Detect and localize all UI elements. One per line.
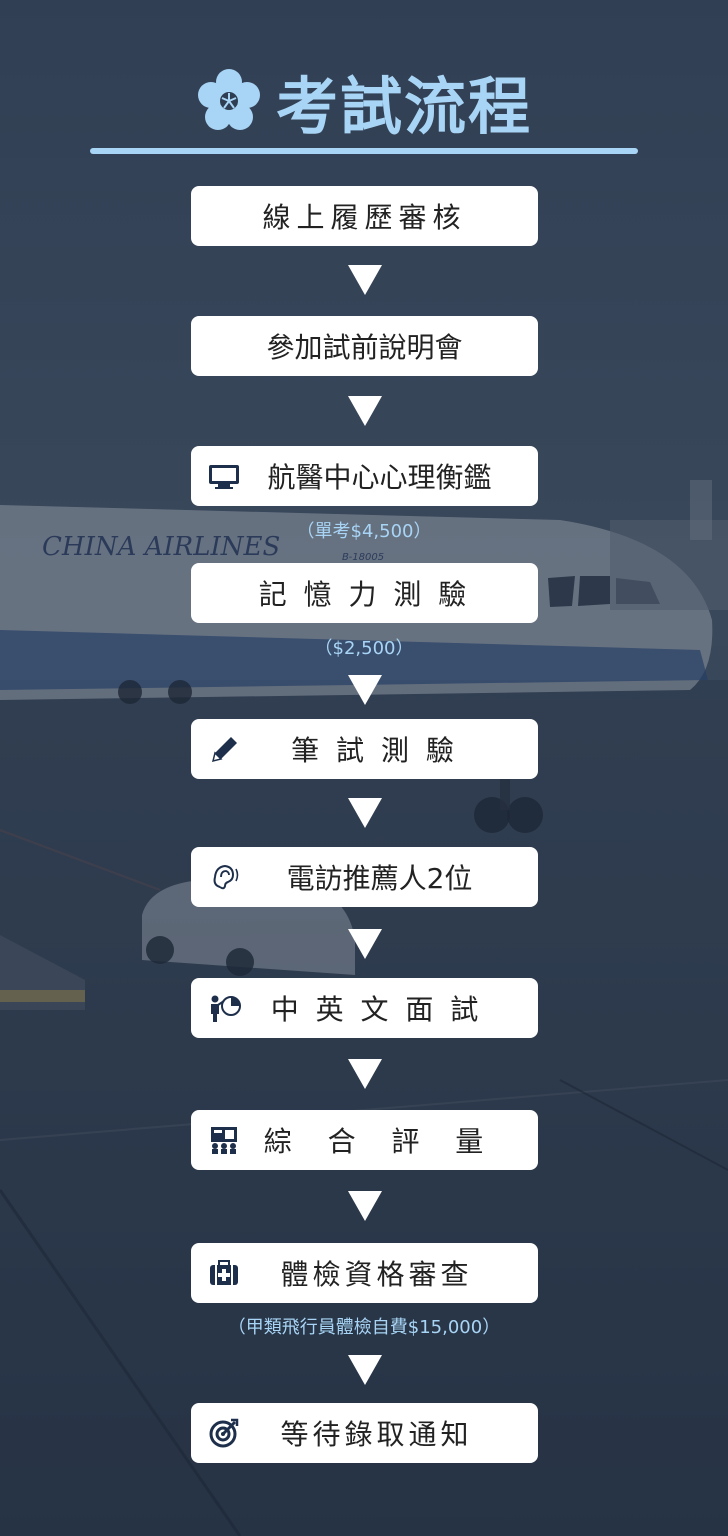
memory-fee-note: （$2,500） [314, 638, 414, 659]
step-label: 參加試前說明會 [266, 331, 463, 364]
step-label: 筆 試 測 驗 [291, 734, 458, 767]
down-arrow-icon [348, 929, 382, 959]
step-label: 電訪推薦人2位 [286, 862, 473, 895]
down-arrow-icon [348, 798, 382, 828]
step-label: 等待錄取通知 [280, 1418, 473, 1451]
page-title: 考試流程 [275, 70, 532, 143]
down-arrow-icon [348, 1355, 382, 1385]
step-briefing-session: 參加試前說明會 [191, 316, 538, 376]
down-arrow-icon [348, 675, 382, 705]
title-underline [90, 148, 638, 154]
down-arrow-icon [348, 265, 382, 295]
step-memory-test: 記 憶 力 測 驗 [191, 563, 538, 623]
step-label: 線上履歷審核 [262, 201, 467, 234]
plum-blossom-icon [197, 69, 260, 130]
page-header: 考試流程 [0, 56, 728, 146]
step-label: 綜 合 評 量 [263, 1125, 490, 1158]
audience-icon [211, 1127, 237, 1154]
pencil-icon [211, 737, 237, 763]
medical-kit-icon [210, 1260, 238, 1285]
down-arrow-icon [348, 1059, 382, 1089]
step-await-offer: 等待錄取通知 [191, 1403, 538, 1463]
step-label: 中 英 文 面 試 [270, 993, 483, 1026]
monitor-icon [209, 465, 239, 489]
down-arrow-icon [348, 396, 382, 426]
step-label: 航醫中心心理衡鑑 [267, 461, 492, 494]
step-overall-evaluation: 綜 合 評 量 [191, 1110, 538, 1170]
step-label: 體檢資格審查 [280, 1258, 473, 1291]
presenter-icon [211, 995, 241, 1022]
step-psych-assessment: 航醫中心心理衡鑑 [191, 446, 538, 506]
ear-icon [213, 864, 239, 890]
psych-fee-note: （單考$4,500） [296, 521, 432, 542]
step-written-test: 筆 試 測 驗 [191, 719, 538, 779]
medical-fee-note: （甲類飛行員體檢自費$15,000） [227, 1317, 501, 1338]
step-medical-check: 體檢資格審查 [191, 1243, 538, 1303]
step-reference-call: 電訪推薦人2位 [191, 847, 538, 907]
down-arrow-icon [348, 1191, 382, 1221]
step-interview: 中 英 文 面 試 [191, 978, 538, 1038]
step-resume-review: 線上履歷審核 [191, 186, 538, 246]
step-label: 記 憶 力 測 驗 [258, 578, 471, 611]
target-icon [209, 1418, 239, 1448]
